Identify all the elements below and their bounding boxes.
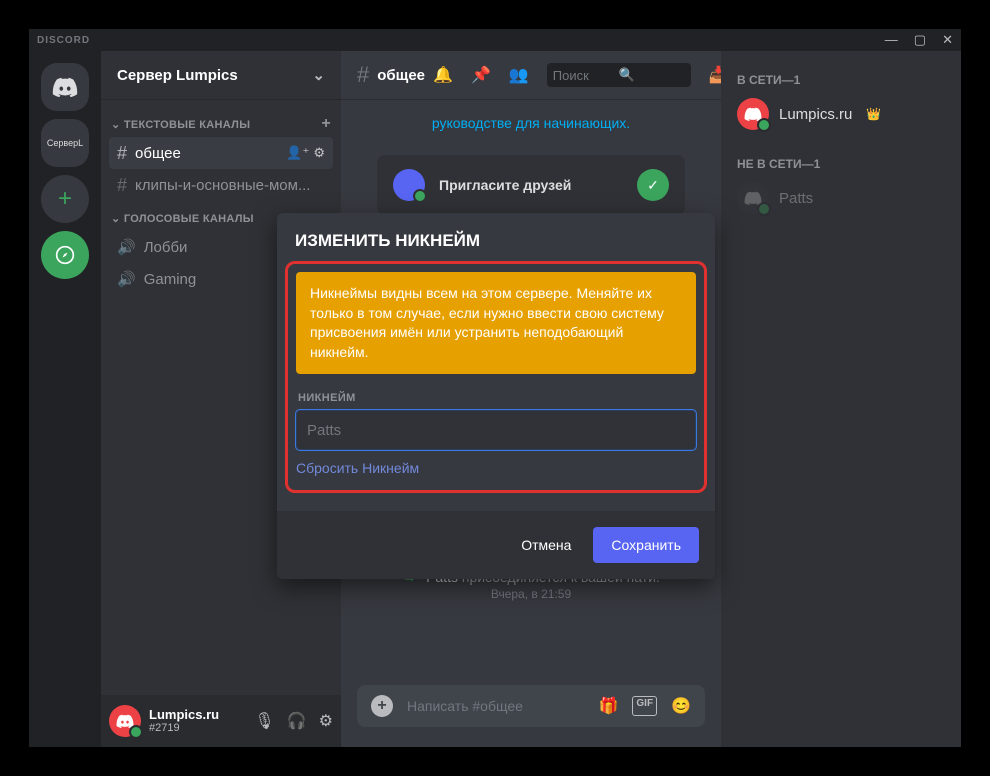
nickname-warning: Никнеймы видны всем на этом сервере. Мен… [296, 272, 696, 374]
cancel-button[interactable]: Отмена [507, 527, 585, 563]
change-nickname-modal: ИЗМЕНИТЬ НИКНЕЙМ Никнеймы видны всем на … [277, 213, 715, 579]
modal-title: ИЗМЕНИТЬ НИКНЕЙМ [277, 213, 715, 261]
nickname-input[interactable] [296, 410, 696, 450]
app-window: DISCORD — ▢ ✕ СерверL + Сервер Lumpics ⌄ [29, 29, 961, 747]
highlight-box: Никнеймы видны всем на этом сервере. Мен… [285, 261, 707, 493]
modal-footer: Отмена Сохранить [277, 511, 715, 579]
reset-nickname-link[interactable]: Сбросить Никнейм [296, 460, 419, 476]
nickname-field-label: НИКНЕЙМ [298, 392, 694, 404]
save-button[interactable]: Сохранить [593, 527, 699, 563]
